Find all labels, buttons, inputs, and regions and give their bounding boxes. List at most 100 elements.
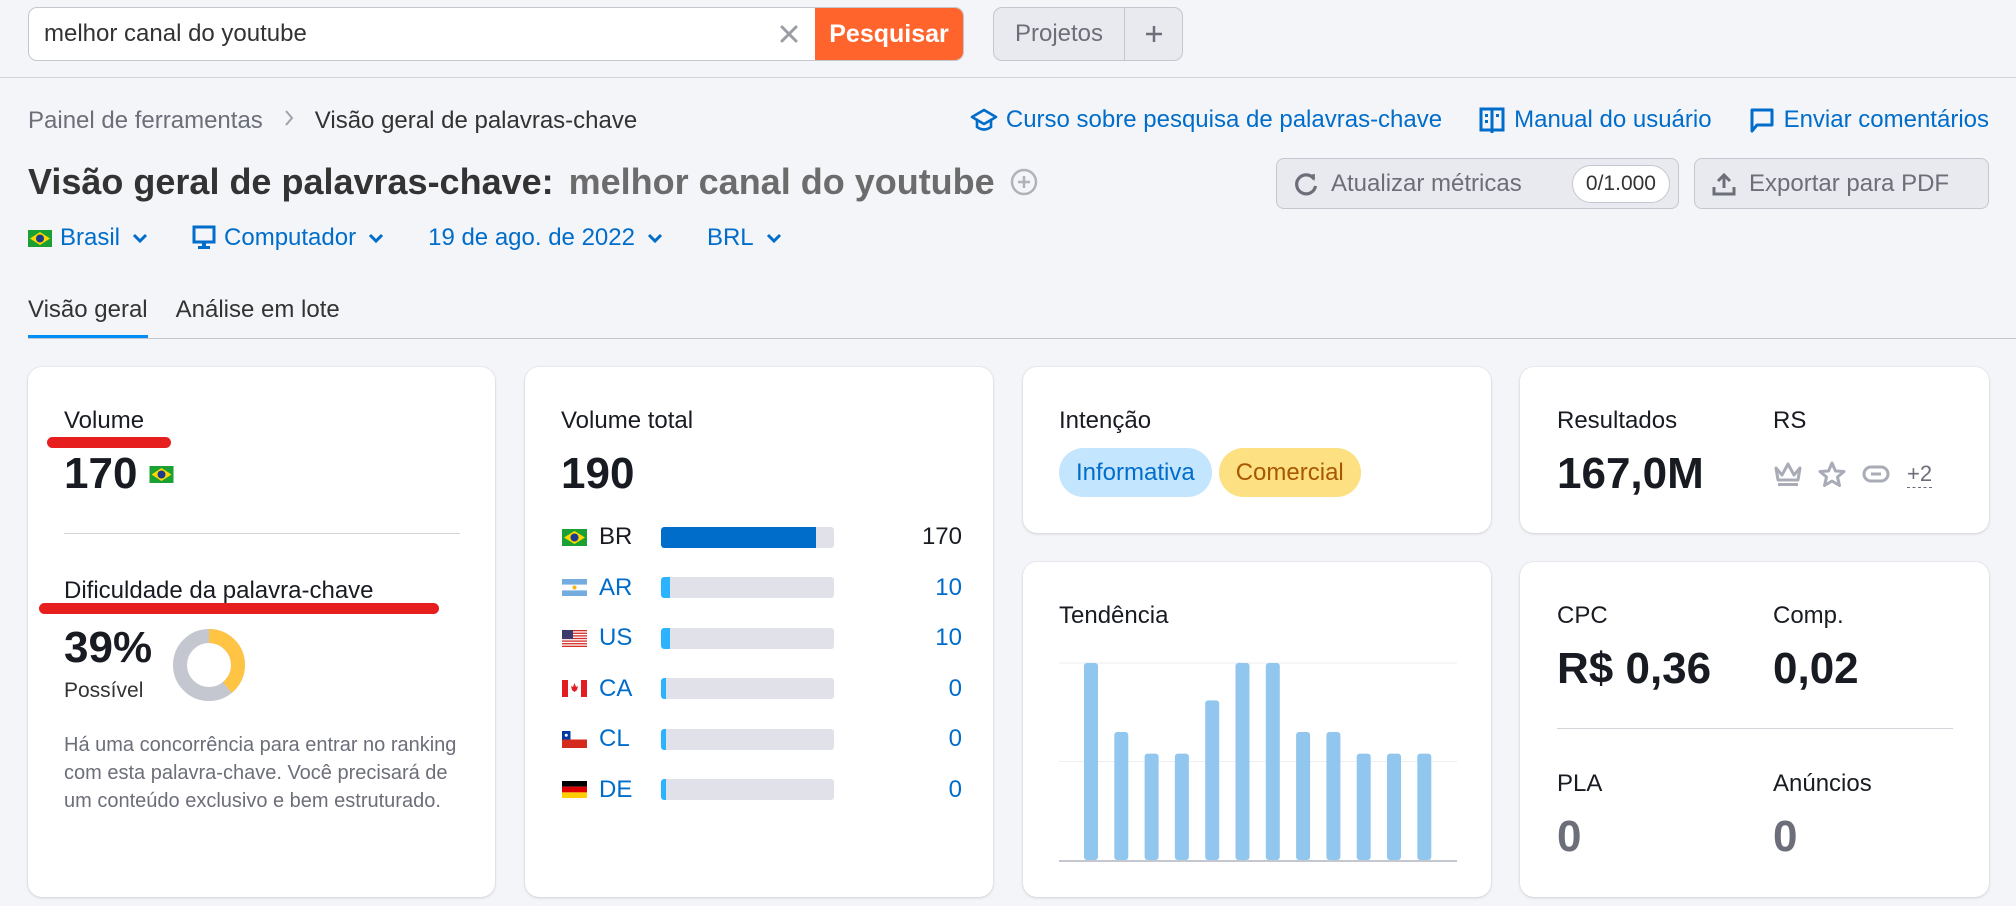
competition-value: 0,02 xyxy=(1773,644,1859,693)
global-volume-card: Volume total 190 BR 170 AR 10 US 10 CA 0 CL 0 DE 0 xyxy=(525,367,993,897)
annotation-underline xyxy=(47,437,171,448)
plus-icon xyxy=(1145,26,1162,42)
trend-chart xyxy=(1059,662,1457,862)
send-feedback-link[interactable]: Enviar comentários xyxy=(1748,106,1989,134)
ads-label: Anúncios xyxy=(1773,770,1872,797)
flag-ar-icon xyxy=(562,579,587,596)
star-icon[interactable] xyxy=(1817,460,1847,488)
trend-bar[interactable] xyxy=(1356,753,1371,860)
add-project-button[interactable] xyxy=(1125,8,1182,60)
country-filter[interactable]: Brasil xyxy=(28,224,148,252)
pla-label: PLA xyxy=(1557,770,1603,797)
country-volume-fill xyxy=(661,526,816,548)
search-bar: Pesquisar xyxy=(28,7,964,61)
trend-bar[interactable] xyxy=(1235,663,1250,860)
intent-badge-informational: Informativa xyxy=(1059,448,1212,497)
country-row: CA 0 xyxy=(562,674,962,704)
cpc-value: R$ 0,36 xyxy=(1557,644,1712,693)
flag-cl-icon xyxy=(562,730,587,748)
header-divider xyxy=(0,77,2016,78)
country-volume-value[interactable]: 10 xyxy=(882,574,962,602)
ads-card: CPC R$ 0,36 Comp. 0,02 PLA 0 Anúncios 0 xyxy=(1520,562,1989,897)
trend-bar[interactable] xyxy=(1174,753,1189,860)
trend-bar[interactable] xyxy=(1296,731,1311,860)
country-volume-value: 170 xyxy=(921,523,962,550)
chevron-down-icon xyxy=(766,233,781,244)
country-code[interactable]: DE xyxy=(599,776,661,804)
date-filter-label: 19 de ago. de 2022 xyxy=(428,224,635,251)
trend-bar[interactable] xyxy=(1084,663,1098,860)
user-manual-link[interactable]: Manual do usuário xyxy=(1478,106,1712,134)
country-volume-fill xyxy=(661,627,671,649)
filters-bar: Brasil Computador 19 de ago. de 2022 BRL xyxy=(28,224,826,252)
trend-bar[interactable] xyxy=(1387,753,1401,860)
export-pdf-label: Exportar para PDF xyxy=(1749,169,1950,197)
country-code[interactable]: AR xyxy=(599,574,661,602)
search-button[interactable]: Pesquisar xyxy=(815,8,963,60)
country-row: DE 0 xyxy=(562,775,962,805)
search-input[interactable] xyxy=(29,8,771,60)
date-filter[interactable]: 19 de ago. de 2022 xyxy=(428,224,663,252)
user-manual-label: Manual do usuário xyxy=(1514,106,1712,133)
card-divider xyxy=(1557,728,1953,729)
refresh-counter: 0/1.000 xyxy=(1571,164,1670,203)
page-title-main: Visão geral de palavras-chave: xyxy=(28,161,554,202)
tab-overview[interactable]: Visão geral xyxy=(28,296,148,339)
projects-button[interactable]: Projetos xyxy=(994,8,1125,60)
intent-badge-commercial: Comercial xyxy=(1218,448,1361,497)
trend-bar[interactable] xyxy=(1114,731,1129,860)
clear-search-button[interactable] xyxy=(771,8,807,60)
country-volume-bar xyxy=(661,627,834,649)
trend-bar[interactable] xyxy=(1326,731,1341,860)
country-volume-value[interactable]: 10 xyxy=(882,624,962,652)
country-volume-value[interactable]: 0 xyxy=(882,776,962,804)
kd-donut-chart xyxy=(173,629,245,701)
trend-bar[interactable] xyxy=(1265,663,1280,860)
export-pdf-button[interactable]: Exportar para PDF xyxy=(1694,158,1989,209)
add-keyword-icon[interactable] xyxy=(1009,167,1039,197)
flag-ca-icon xyxy=(562,680,587,697)
country-row: US 10 xyxy=(562,623,962,653)
ads-value: 0 xyxy=(1773,812,1798,861)
breadcrumb-dashboard-link[interactable]: Painel de ferramentas xyxy=(28,107,263,135)
competition-label: Comp. xyxy=(1773,602,1844,629)
currency-filter[interactable]: BRL xyxy=(707,224,782,252)
help-links: Curso sobre pesquisa de palavras-chave M… xyxy=(970,106,1989,134)
refresh-metrics-label: Atualizar métricas xyxy=(1331,169,1522,197)
country-code[interactable]: US xyxy=(599,624,661,652)
close-icon xyxy=(780,25,798,43)
card-divider xyxy=(64,533,460,534)
pla-value: 0 xyxy=(1557,812,1582,861)
trend-bar[interactable] xyxy=(1144,753,1159,860)
device-filter-label: Computador xyxy=(224,224,357,251)
kd-label: Dificuldade da palavra-chave xyxy=(64,577,374,604)
country-code[interactable]: CL xyxy=(599,725,661,753)
comment-icon xyxy=(1750,108,1774,133)
refresh-metrics-button[interactable]: Atualizar métricas 0/1.000 xyxy=(1276,158,1679,209)
trend-bar[interactable] xyxy=(1205,700,1220,860)
country-volume-fill xyxy=(661,728,667,750)
currency-filter-label: BRL xyxy=(706,224,754,251)
tab-bulk-analysis[interactable]: Análise em lote xyxy=(176,296,340,338)
country-volume-fill xyxy=(661,577,671,598)
projects-group: Projetos xyxy=(993,7,1183,61)
breadcrumb-current: Visão geral de palavras-chave xyxy=(314,107,638,134)
trend-bar[interactable] xyxy=(1417,753,1432,860)
country-volume-value[interactable]: 0 xyxy=(882,675,962,703)
global-volume-value: 190 xyxy=(561,449,635,498)
intent-card: Intenção Informativa Comercial xyxy=(1023,367,1491,533)
annotation-underline xyxy=(39,603,439,614)
link-icon[interactable] xyxy=(1861,460,1891,488)
country-volume-value[interactable]: 0 xyxy=(882,725,962,753)
flag-br-icon xyxy=(562,528,587,546)
country-volume-fill xyxy=(661,678,667,699)
country-filter-label: Brasil xyxy=(60,224,121,251)
country-code[interactable]: CA xyxy=(599,675,661,703)
crown-icon[interactable] xyxy=(1773,460,1803,488)
device-filter[interactable]: Computador xyxy=(192,224,384,252)
serp-features-more[interactable]: +2 xyxy=(1907,461,1933,488)
volume-card: Volume 170 Dificuldade da palavra-chave … xyxy=(28,367,495,897)
serp-features-icons: +2 xyxy=(1773,460,1933,488)
course-link[interactable]: Curso sobre pesquisa de palavras-chave xyxy=(970,106,1442,134)
volume-value-row: 170 xyxy=(64,449,174,499)
